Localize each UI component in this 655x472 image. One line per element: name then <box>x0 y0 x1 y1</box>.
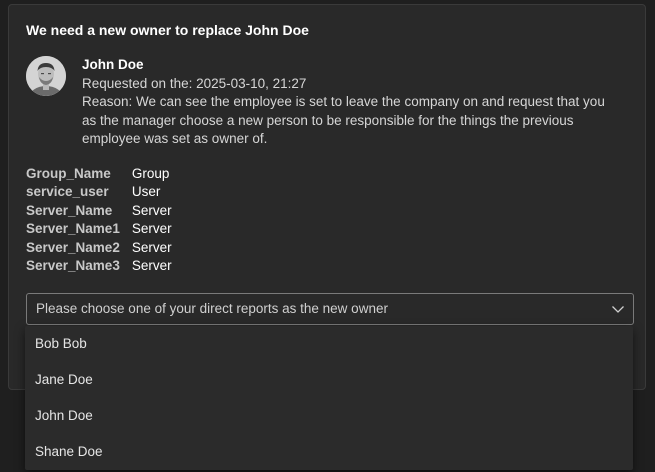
detail-row: Server_Name2 Server <box>26 239 172 257</box>
detail-value: Group <box>131 166 170 181</box>
new-owner-select[interactable]: Please choose one of your direct reports… <box>26 293 634 325</box>
chevron-down-icon[interactable] <box>609 300 627 318</box>
detail-value: Server <box>131 258 172 274</box>
option-shane-doe[interactable]: Shane Doe <box>25 434 633 470</box>
detail-value: User <box>131 184 161 200</box>
detail-row: Server_Name Server <box>26 202 172 220</box>
detail-key: Server_Name <box>26 202 113 218</box>
option-bob-bob[interactable]: Bob Bob <box>25 326 633 362</box>
detail-key: Server_Name2 <box>26 239 120 255</box>
user-avatar-photo <box>26 56 66 96</box>
detail-row: Server_Name1 Server <box>26 220 172 238</box>
option-jane-doe[interactable]: Jane Doe <box>25 362 633 398</box>
page: We need a new owner to replace John Doe … <box>0 0 655 472</box>
request-reason: Reason: We can see the employee is set t… <box>82 94 605 146</box>
requester-info: John Doe Requested on the: 2025-03-10, 2… <box>82 56 622 149</box>
detail-key: service_user <box>26 184 109 200</box>
card-title: We need a new owner to replace John Doe <box>26 22 309 38</box>
new-owner-select-placeholder: Please choose one of your direct reports… <box>36 301 388 316</box>
detail-key: Server_Name1 <box>26 221 120 237</box>
detail-key: Group_Name <box>26 166 111 181</box>
user-avatar <box>26 56 66 96</box>
option-john-doe[interactable]: John Doe <box>25 398 633 434</box>
detail-value: Server <box>131 202 172 218</box>
requester-name: John Doe <box>82 57 144 72</box>
detail-row: Server_Name3 Server <box>26 257 172 275</box>
detail-row: service_user User <box>26 183 172 201</box>
detail-key: Server_Name3 <box>26 258 120 274</box>
detail-row: Group_Name Group <box>26 165 172 183</box>
detail-value: Server <box>131 221 172 237</box>
new-owner-options-list: Bob Bob Jane Doe John Doe Shane Doe <box>25 326 633 470</box>
detail-value: Server <box>131 239 172 255</box>
ownership-details: Group_Name Group service_user User Serve… <box>26 165 172 275</box>
requested-on: Requested on the: 2025-03-10, 21:27 <box>82 75 307 91</box>
